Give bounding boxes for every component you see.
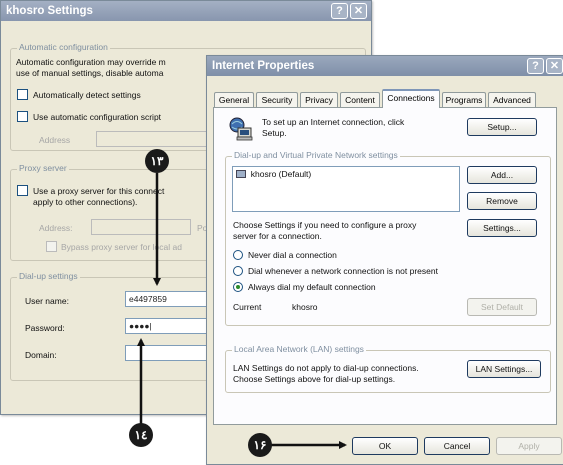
callout-13: ١٣	[145, 149, 169, 173]
callout-14: ١٤	[129, 423, 153, 447]
tab-connections[interactable]: Connections	[382, 89, 440, 108]
callout-16: ١۶	[248, 433, 272, 457]
callout-arrows	[137, 173, 347, 449]
